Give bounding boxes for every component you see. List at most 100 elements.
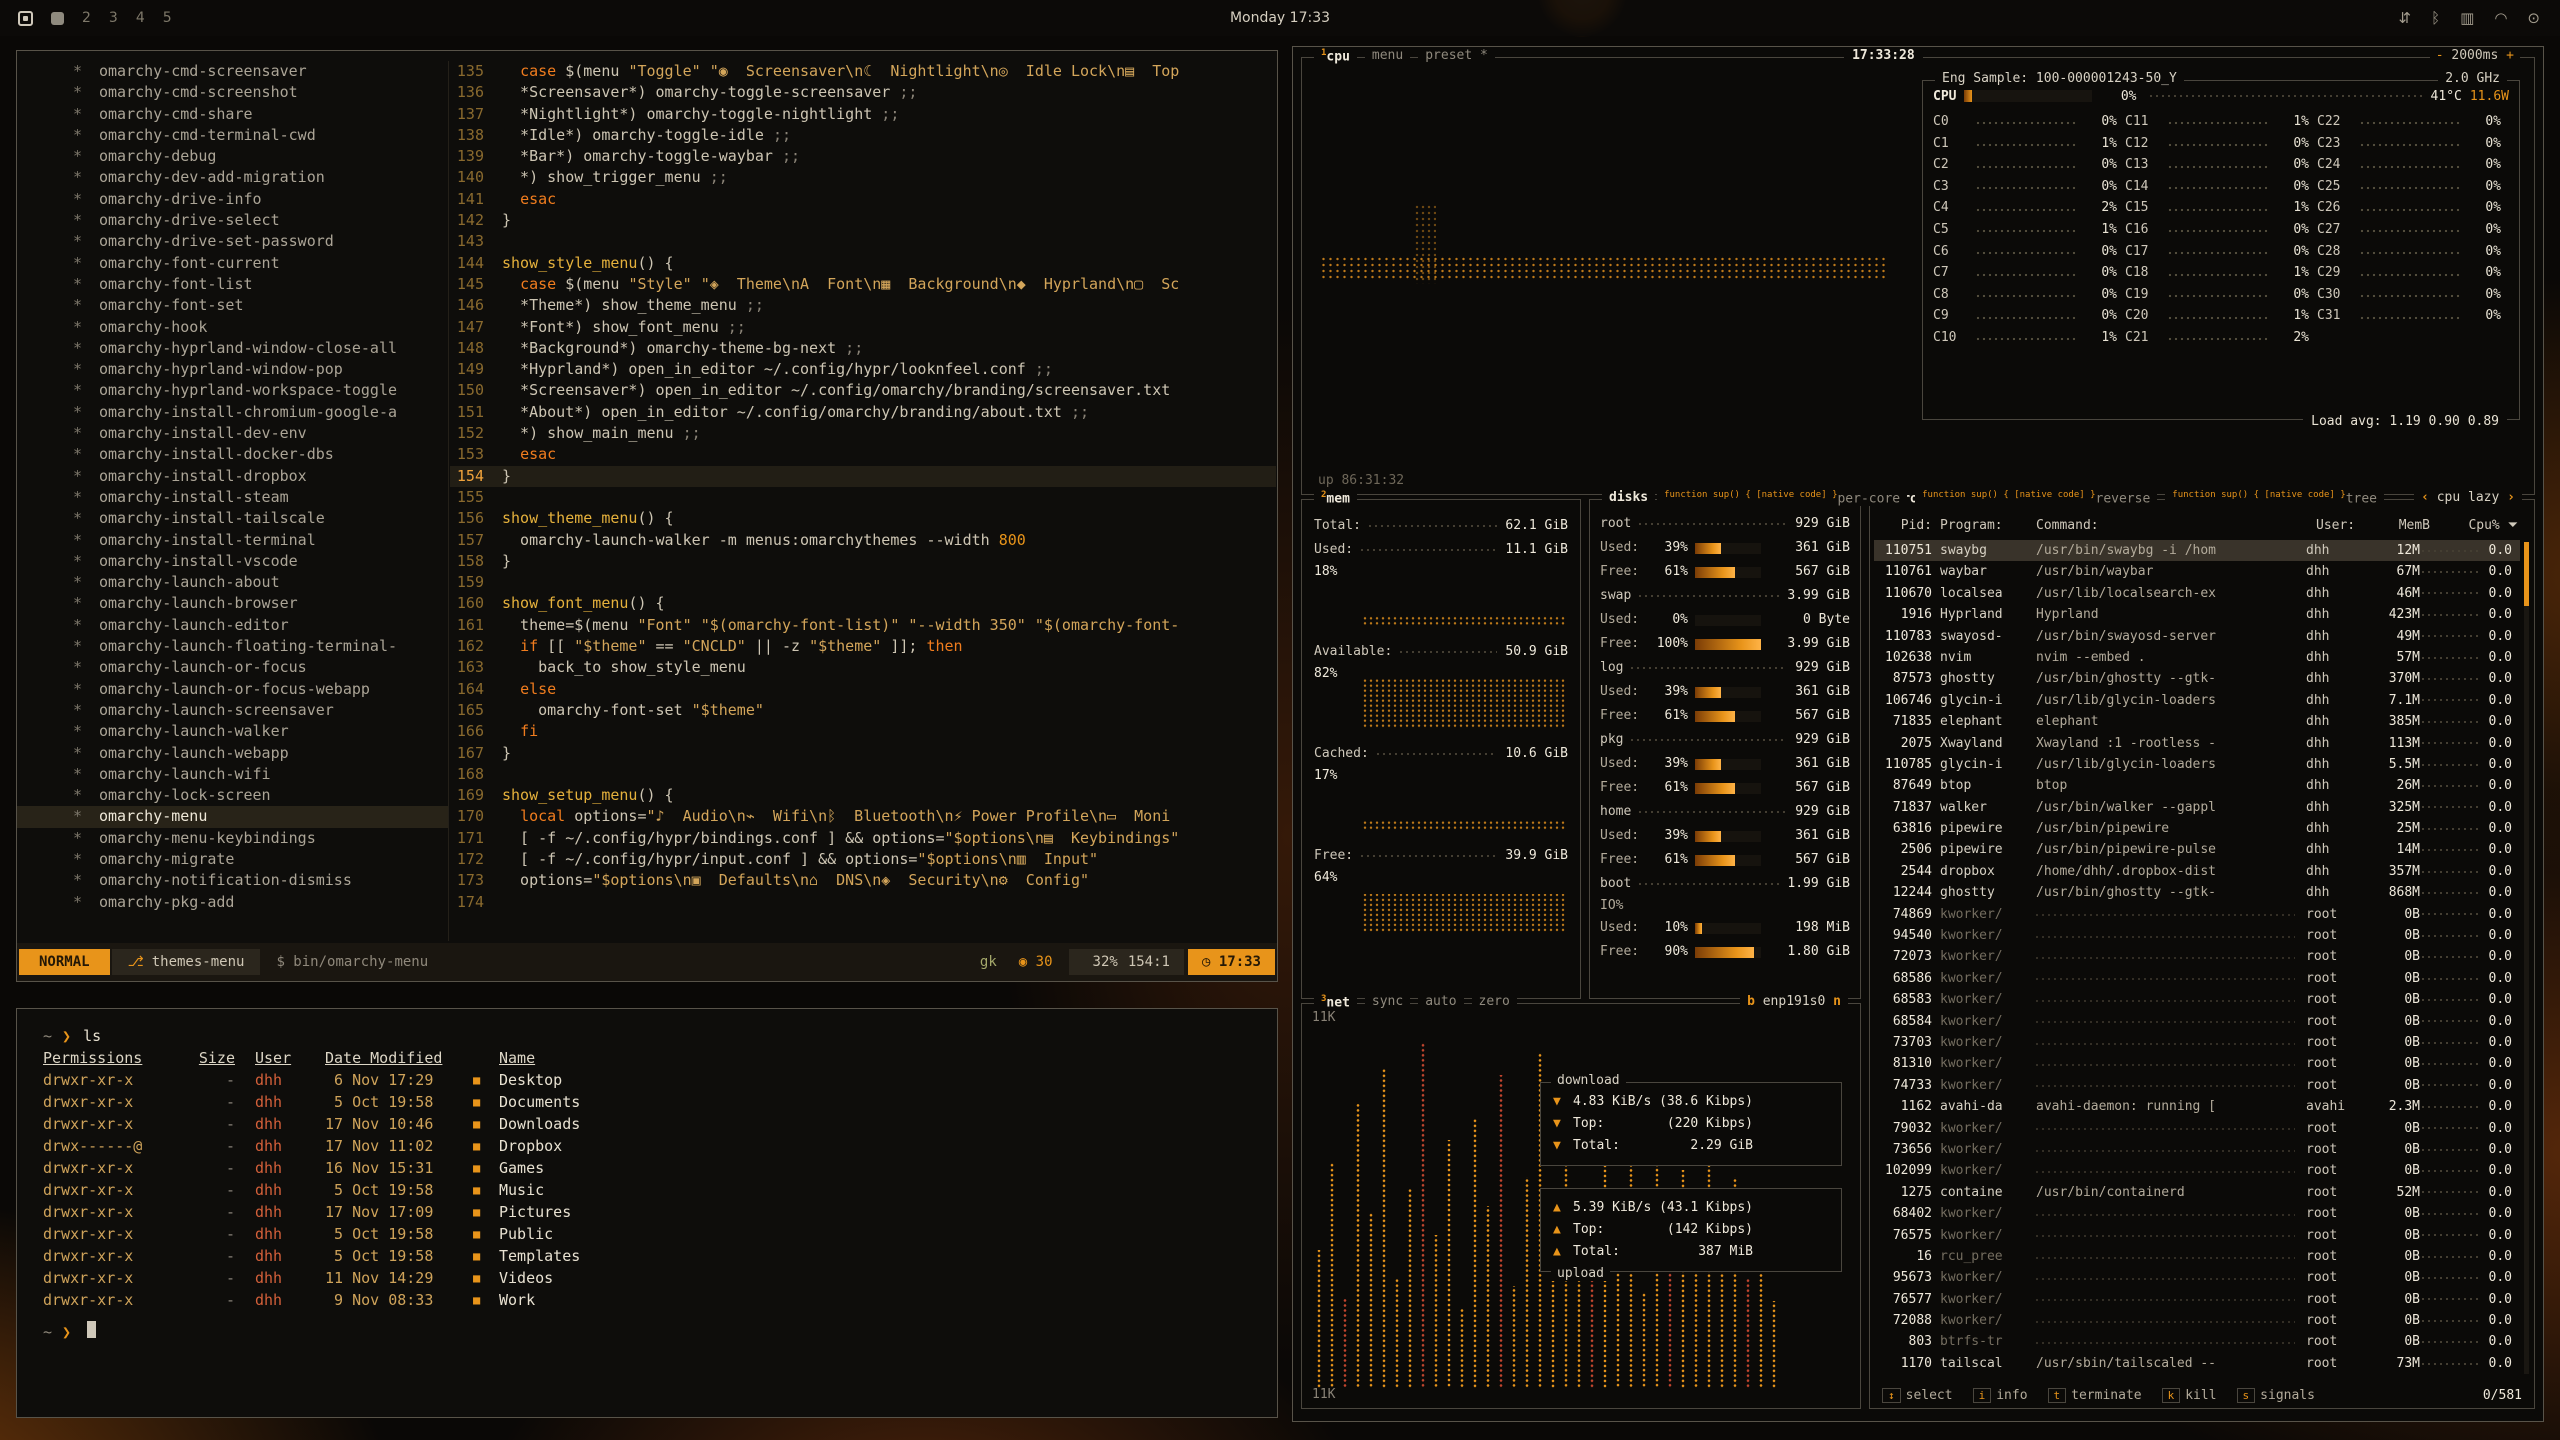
col-pid[interactable]: Pid: [1878,514,1940,538]
btop-window[interactable]: 1cpumenupreset * 17:33:28 - 2000ms + up … [1292,46,2544,1422]
file-list-item[interactable]: *omarchy-hyprland-window-pop [17,359,448,380]
file-list-item[interactable]: *omarchy-install-dropbox [17,466,448,487]
file-list-item[interactable]: *omarchy-dev-add-migration [17,167,448,188]
workspace-4[interactable]: 4 [136,10,145,26]
footer-action-signals[interactable]: ssignals [2237,1388,2315,1403]
process-row[interactable]: 1275containe/usr/bin/containerdroot52M0.… [1874,1182,2520,1203]
file-list-item[interactable]: *omarchy-install-chromium-google-a [17,402,448,423]
directory-name[interactable]: Games [499,1157,544,1179]
col-memory[interactable]: MemB [2374,514,2430,538]
process-row[interactable]: 72088kworker/root0B0.0 [1874,1310,2520,1331]
directory-name[interactable]: Downloads [499,1113,580,1135]
footer-action-info[interactable]: iinfo [1973,1388,2028,1403]
workspace-2[interactable]: 2 [82,10,91,26]
process-row[interactable]: 68586kworker/root0B0.0 [1874,968,2520,989]
file-list-item[interactable]: *omarchy-launch-or-focus-webapp [17,679,448,700]
process-row[interactable]: 110783swayosd-/usr/bin/swayosd-serverdhh… [1874,626,2520,647]
file-list-item[interactable]: *omarchy-lock-screen [17,785,448,806]
file-list-item[interactable]: *omarchy-drive-set-password [17,231,448,252]
process-row[interactable]: 16rcu_preeroot0B0.0 [1874,1246,2520,1267]
process-row[interactable]: 110761waybar/usr/bin/waybardhh67M0.0 [1874,561,2520,582]
file-list-item[interactable]: *omarchy-launch-browser [17,593,448,614]
tab-sync[interactable]: sync [1365,994,1410,1010]
file-list-item[interactable]: *omarchy-drive-info [17,189,448,210]
process-row[interactable]: 74869kworker/root0B0.0 [1874,904,2520,925]
update-interval[interactable]: - 2000ms + [2430,48,2520,63]
process-row[interactable]: 102638nvimnvim --embed .dhh57M0.0 [1874,647,2520,668]
file-list-item[interactable]: *omarchy-font-current [17,253,448,274]
file-list-item[interactable]: *omarchy-menu [17,806,448,827]
file-list-item[interactable]: *omarchy-launch-webapp [17,743,448,764]
file-list-item[interactable]: *omarchy-hyprland-workspace-toggle [17,380,448,401]
cpu-panel-tabs[interactable]: 1cpumenupreset * [1314,48,1495,64]
col-cpu[interactable]: Cpu% ⏷ [2430,514,2526,538]
workspace-app-icon[interactable] [51,12,64,25]
process-row[interactable]: 1170tailscal/usr/sbin/tailscaled --root7… [1874,1353,2520,1374]
process-row[interactable]: 110751swaybg/usr/bin/swaybg -i /homdhh12… [1874,540,2520,561]
network-interface-selector[interactable]: b enp191s0 n [1740,994,1848,1009]
directory-name[interactable]: Music [499,1179,544,1201]
file-list-item[interactable]: *omarchy-launch-or-focus [17,657,448,678]
process-row[interactable]: 74733kworker/root0B0.0 [1874,1075,2520,1096]
power-icon[interactable]: ⊙ [2527,9,2540,27]
file-list-item[interactable]: *omarchy-cmd-terminal-cwd [17,125,448,146]
process-table-header[interactable]: Pid: Program: Command: User: MemB Cpu% ⏷ [1870,514,2534,538]
footer-action-select[interactable]: ↕select [1882,1388,1953,1403]
workspace-5[interactable]: 5 [163,10,172,26]
tab-disks[interactable]: disks [1602,490,1655,505]
process-row[interactable]: 2544dropbox/home/dhh/.dropbox-distdhh357… [1874,861,2520,882]
tab-menu[interactable]: menu [1365,48,1410,64]
file-list-item[interactable]: *omarchy-install-docker-dbs [17,444,448,465]
file-list-item[interactable]: *omarchy-launch-editor [17,615,448,636]
workspace-3[interactable]: 3 [109,10,118,26]
neovim-window[interactable]: *omarchy-cmd-screensaver*omarchy-cmd-scr… [16,50,1278,982]
process-row[interactable]: 106746glycin-i/usr/lib/glycin-loadersdhh… [1874,690,2520,711]
file-list-item[interactable]: *omarchy-cmd-screenshot [17,82,448,103]
file-list-item[interactable]: *omarchy-launch-floating-terminal- [17,636,448,657]
file-explorer[interactable]: *omarchy-cmd-screensaver*omarchy-cmd-scr… [17,61,449,941]
file-list-item[interactable]: *omarchy-font-set [17,295,448,316]
process-view-tabs[interactable]: function sup() { [native code] }per-core… [1657,490,2384,506]
file-list-item[interactable]: *omarchy-install-vscode [17,551,448,572]
file-list-item[interactable]: *omarchy-launch-about [17,572,448,593]
process-row[interactable]: 12244ghostty/usr/bin/ghostty --gtk-dhh86… [1874,882,2520,903]
stats-icon[interactable]: ▥ [2460,9,2474,27]
tab-mem[interactable]: 2mem [1314,490,1357,506]
process-row[interactable]: 72073kworker/root0B0.0 [1874,946,2520,967]
tab-tree[interactable]: function sup() { [native code] }tree [2165,490,2384,506]
process-row[interactable]: 68583kworker/root0B0.0 [1874,989,2520,1010]
file-list-item[interactable]: *omarchy-install-terminal [17,530,448,551]
process-row[interactable]: 81310kworker/root0B0.0 [1874,1053,2520,1074]
process-row[interactable]: 87573ghostty/usr/bin/ghostty --gtk-dhh37… [1874,668,2520,689]
process-row[interactable]: 76575kworker/root0B0.0 [1874,1225,2520,1246]
file-list-item[interactable]: *omarchy-launch-wifi [17,764,448,785]
tab-net[interactable]: 3net [1314,994,1357,1010]
scrollbar-thumb[interactable] [2524,542,2529,606]
process-sort-selector[interactable]: ‹ cpu lazy › [2414,490,2522,505]
process-row[interactable]: 110785glycin-i/usr/lib/glycin-loadersdhh… [1874,754,2520,775]
file-list-item[interactable]: *omarchy-install-tailscale [17,508,448,529]
process-row[interactable]: 2506pipewire/usr/bin/pipewire-pulsedhh14… [1874,839,2520,860]
directory-name[interactable]: Dropbox [499,1135,562,1157]
process-row[interactable]: 95673kworker/root0B0.0 [1874,1267,2520,1288]
process-row[interactable]: 68584kworker/root0B0.0 [1874,1011,2520,1032]
directory-name[interactable]: Templates [499,1245,580,1267]
file-list-item[interactable]: *omarchy-font-list [17,274,448,295]
process-row[interactable]: 110670localsea/usr/lib/localsearch-exdhh… [1874,583,2520,604]
process-row[interactable]: 79032kworker/root0B0.0 [1874,1118,2520,1139]
file-list-item[interactable]: *omarchy-hook [17,317,448,338]
footer-action-kill[interactable]: kkill [2162,1388,2217,1403]
file-list-item[interactable]: *omarchy-debug [17,146,448,167]
tab-auto[interactable]: auto [1418,994,1463,1010]
directory-name[interactable]: Work [499,1289,535,1311]
file-list-item[interactable]: *omarchy-launch-screensaver [17,700,448,721]
bluetooth-icon[interactable]: ᛒ [2431,9,2440,27]
col-user[interactable]: User: [2316,514,2374,538]
tab-preset-[interactable]: preset * [1418,48,1495,64]
directory-name[interactable]: Documents [499,1091,580,1113]
footer-action-terminate[interactable]: tterminate [2048,1388,2142,1403]
code-editor[interactable]: 135 case $(menu "Toggle" "◉ Screensaver\… [450,61,1276,941]
process-row[interactable]: 63816pipewire/usr/bin/pipewiredhh25M0.0 [1874,818,2520,839]
directory-name[interactable]: Desktop [499,1069,562,1091]
file-list-item[interactable]: *omarchy-hyprland-window-close-all [17,338,448,359]
